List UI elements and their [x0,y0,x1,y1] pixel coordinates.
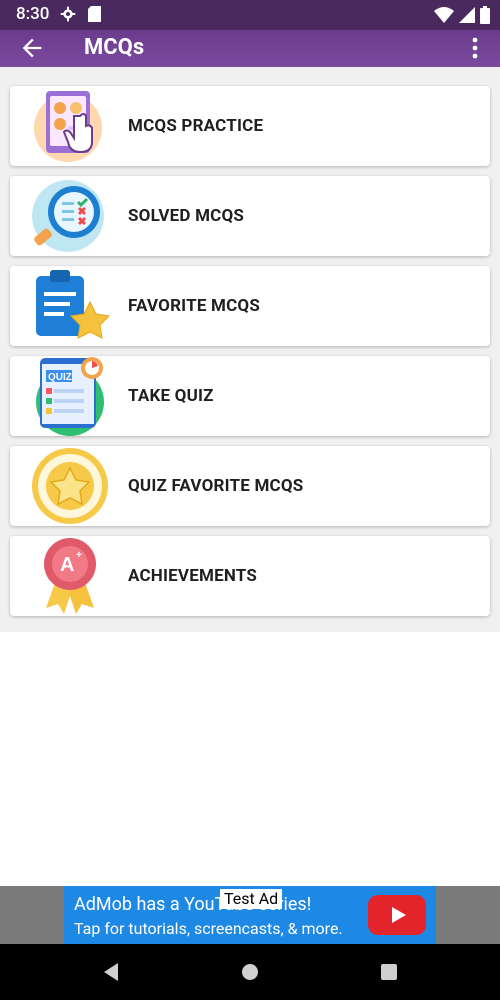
ad-subtext: Tap for tutorials, screencasts, & more. [74,919,343,938]
battery-icon [480,6,490,24]
page-title: MCQs [84,35,145,60]
sd-card-icon [88,6,101,22]
menu-item-take-quiz[interactable]: QUIZ TAKE QUIZ [10,356,490,436]
nav-back-icon[interactable] [102,963,120,981]
menu-item-label: FAVORITE MCQS [128,296,261,316]
signal-icon [459,7,475,23]
arrow-back-icon[interactable] [18,34,46,62]
svg-text:QUIZ: QUIZ [48,372,72,383]
test-ad-badge: Test Ad [220,889,283,909]
status-time: 8:30 [16,4,50,24]
gear-icon [60,6,76,22]
menu-item-quiz-favorite-mcqs[interactable]: QUIZ FAVORITE MCQS [10,446,490,526]
menu-item-solved-mcqs[interactable]: SOLVED MCQS [10,176,490,256]
magnifier-check-icon [32,180,104,252]
more-vert-icon[interactable] [466,36,484,60]
system-nav-bar [0,944,500,1000]
svg-text:A: A [60,554,74,576]
youtube-play-icon [368,895,426,935]
menu-item-favorite-mcqs[interactable]: FAVORITE MCQS [10,266,490,346]
menu-list: MCQS PRACTICE SOLVED MCQS FAVORITE MCQS [0,67,500,632]
menu-item-label: QUIZ FAVORITE MCQS [128,476,304,496]
star-circle-icon [32,448,108,524]
clipboard-star-icon [36,270,111,339]
svg-text:+: + [76,550,82,561]
nav-recents-icon[interactable] [380,963,398,981]
practice-tablet-icon [34,91,102,162]
status-icons [434,6,490,24]
quiz-board-icon: QUIZ [36,357,104,436]
status-bar: 8:30 [0,0,500,30]
menu-item-label: TAKE QUIZ [128,386,214,406]
menu-item-mcqs-practice[interactable]: MCQS PRACTICE [10,86,490,166]
menu-item-label: MCQS PRACTICE [128,116,264,136]
wifi-icon [434,7,454,23]
app-bar: MCQs [0,30,500,67]
menu-item-achievements[interactable]: A + ACHIEVEMENTS [10,536,490,616]
nav-home-icon[interactable] [241,963,259,981]
menu-item-label: SOLVED MCQS [128,206,245,226]
menu-item-label: ACHIEVEMENTS [128,566,258,586]
badge-ribbon-icon: A + [44,538,96,614]
